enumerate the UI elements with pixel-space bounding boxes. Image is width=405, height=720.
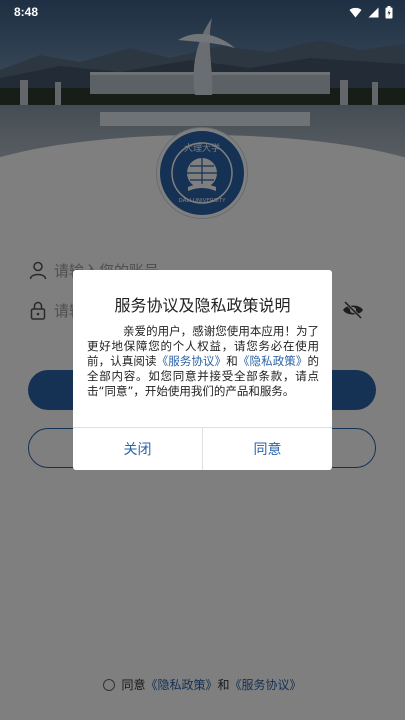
signal-icon	[368, 7, 379, 17]
status-icons	[349, 5, 393, 19]
status-bar: 8:48	[0, 0, 405, 24]
dialog-title: 服务协议及隐私政策说明	[114, 296, 291, 315]
wifi-icon	[349, 7, 362, 18]
dialog-text-and: 和	[226, 354, 238, 368]
agree-button[interactable]: 同意	[203, 428, 332, 470]
close-button[interactable]: 关闭	[73, 428, 202, 470]
dialog-body: 亲爱的用户，感谢您使用本应用！为了更好地保障您的个人权益，请您务必在使用前，认真…	[87, 324, 319, 399]
status-time: 8:48	[14, 5, 39, 19]
battery-icon	[385, 5, 393, 18]
dialog-privacy-link[interactable]: 《隐私政策》	[238, 354, 308, 368]
dialog-service-link[interactable]: 《服务协议》	[157, 354, 227, 368]
agreement-dialog: 服务协议及隐私政策说明 亲爱的用户，感谢您使用本应用！为了更好地保障您的个人权益…	[73, 270, 332, 470]
